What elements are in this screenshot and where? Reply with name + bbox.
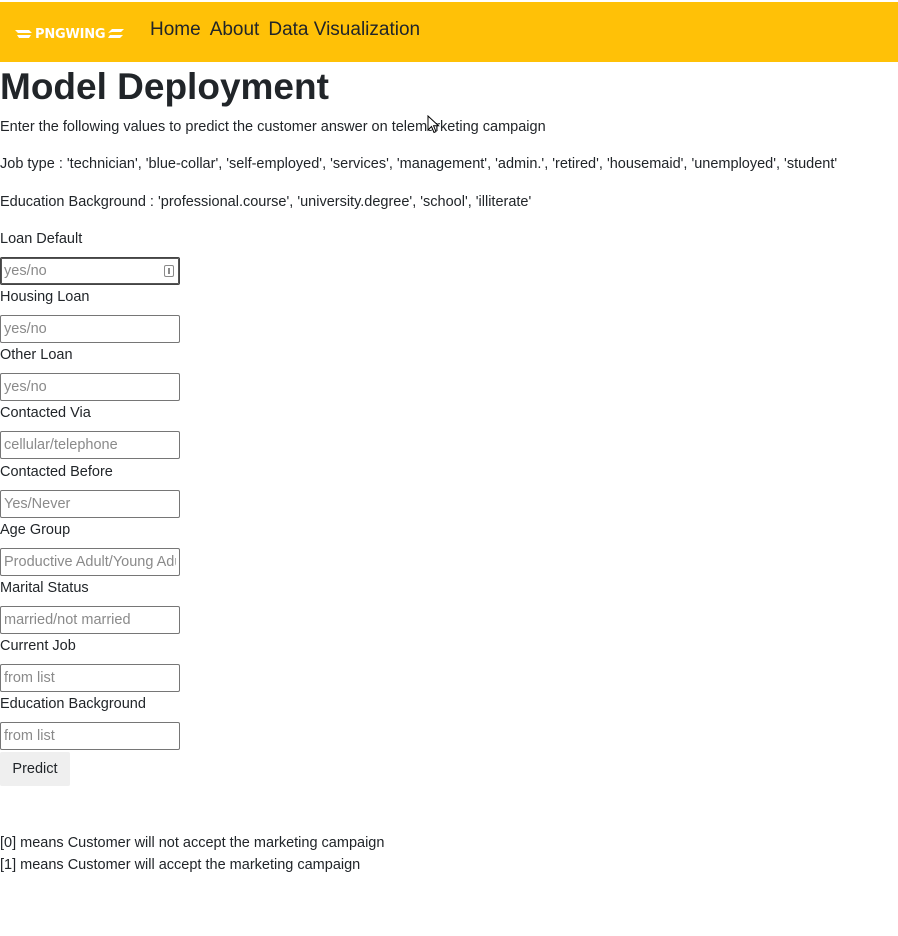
logo-text: PNGWING xyxy=(35,26,106,42)
autofill-icon[interactable] xyxy=(164,265,174,277)
nav-link-about[interactable]: About xyxy=(210,17,260,43)
nav-link-home[interactable]: Home xyxy=(150,17,201,43)
result-note-1: [1] means Customer will accept the marke… xyxy=(0,857,361,873)
job-type-text: Job type : 'technician', 'blue-collar', … xyxy=(0,156,838,172)
label-contacted-via: Contacted Via xyxy=(0,405,91,421)
intro-text: Enter the following values to predict th… xyxy=(0,119,546,135)
wing-left-icon xyxy=(15,30,32,38)
current-job-input[interactable] xyxy=(0,664,180,692)
loan-default-input[interactable] xyxy=(0,257,180,285)
mouse-cursor-icon xyxy=(427,115,440,134)
education-background-input[interactable] xyxy=(0,722,180,750)
label-education-background: Education Background xyxy=(0,696,146,712)
page-title: Model Deployment xyxy=(0,66,329,107)
nav-link-data-visualization[interactable]: Data Visualization xyxy=(268,17,420,43)
label-other-loan: Other Loan xyxy=(0,347,73,363)
result-note-0: [0] means Customer will not accept the m… xyxy=(0,835,385,851)
label-loan-default: Loan Default xyxy=(0,231,83,247)
brand-logo[interactable]: PNGWING xyxy=(15,26,125,42)
navbar: PNGWING Home About Data Visualization xyxy=(0,2,898,62)
contacted-via-input[interactable] xyxy=(0,431,180,459)
label-marital-status: Marital Status xyxy=(0,580,89,596)
label-current-job: Current Job xyxy=(0,638,76,654)
label-contacted-before: Contacted Before xyxy=(0,464,113,480)
marital-status-input[interactable] xyxy=(0,606,180,634)
contacted-before-input[interactable] xyxy=(0,490,180,518)
predict-button[interactable]: Predict xyxy=(0,752,70,786)
wing-right-icon xyxy=(108,29,125,38)
label-age-group: Age Group xyxy=(0,522,71,538)
age-group-input[interactable] xyxy=(0,548,180,576)
label-housing-loan: Housing Loan xyxy=(0,289,90,305)
housing-loan-input[interactable] xyxy=(0,315,180,343)
other-loan-input[interactable] xyxy=(0,373,180,401)
nav-links: Home About Data Visualization xyxy=(150,17,429,43)
education-text: Education Background : 'professional.cou… xyxy=(0,194,532,210)
